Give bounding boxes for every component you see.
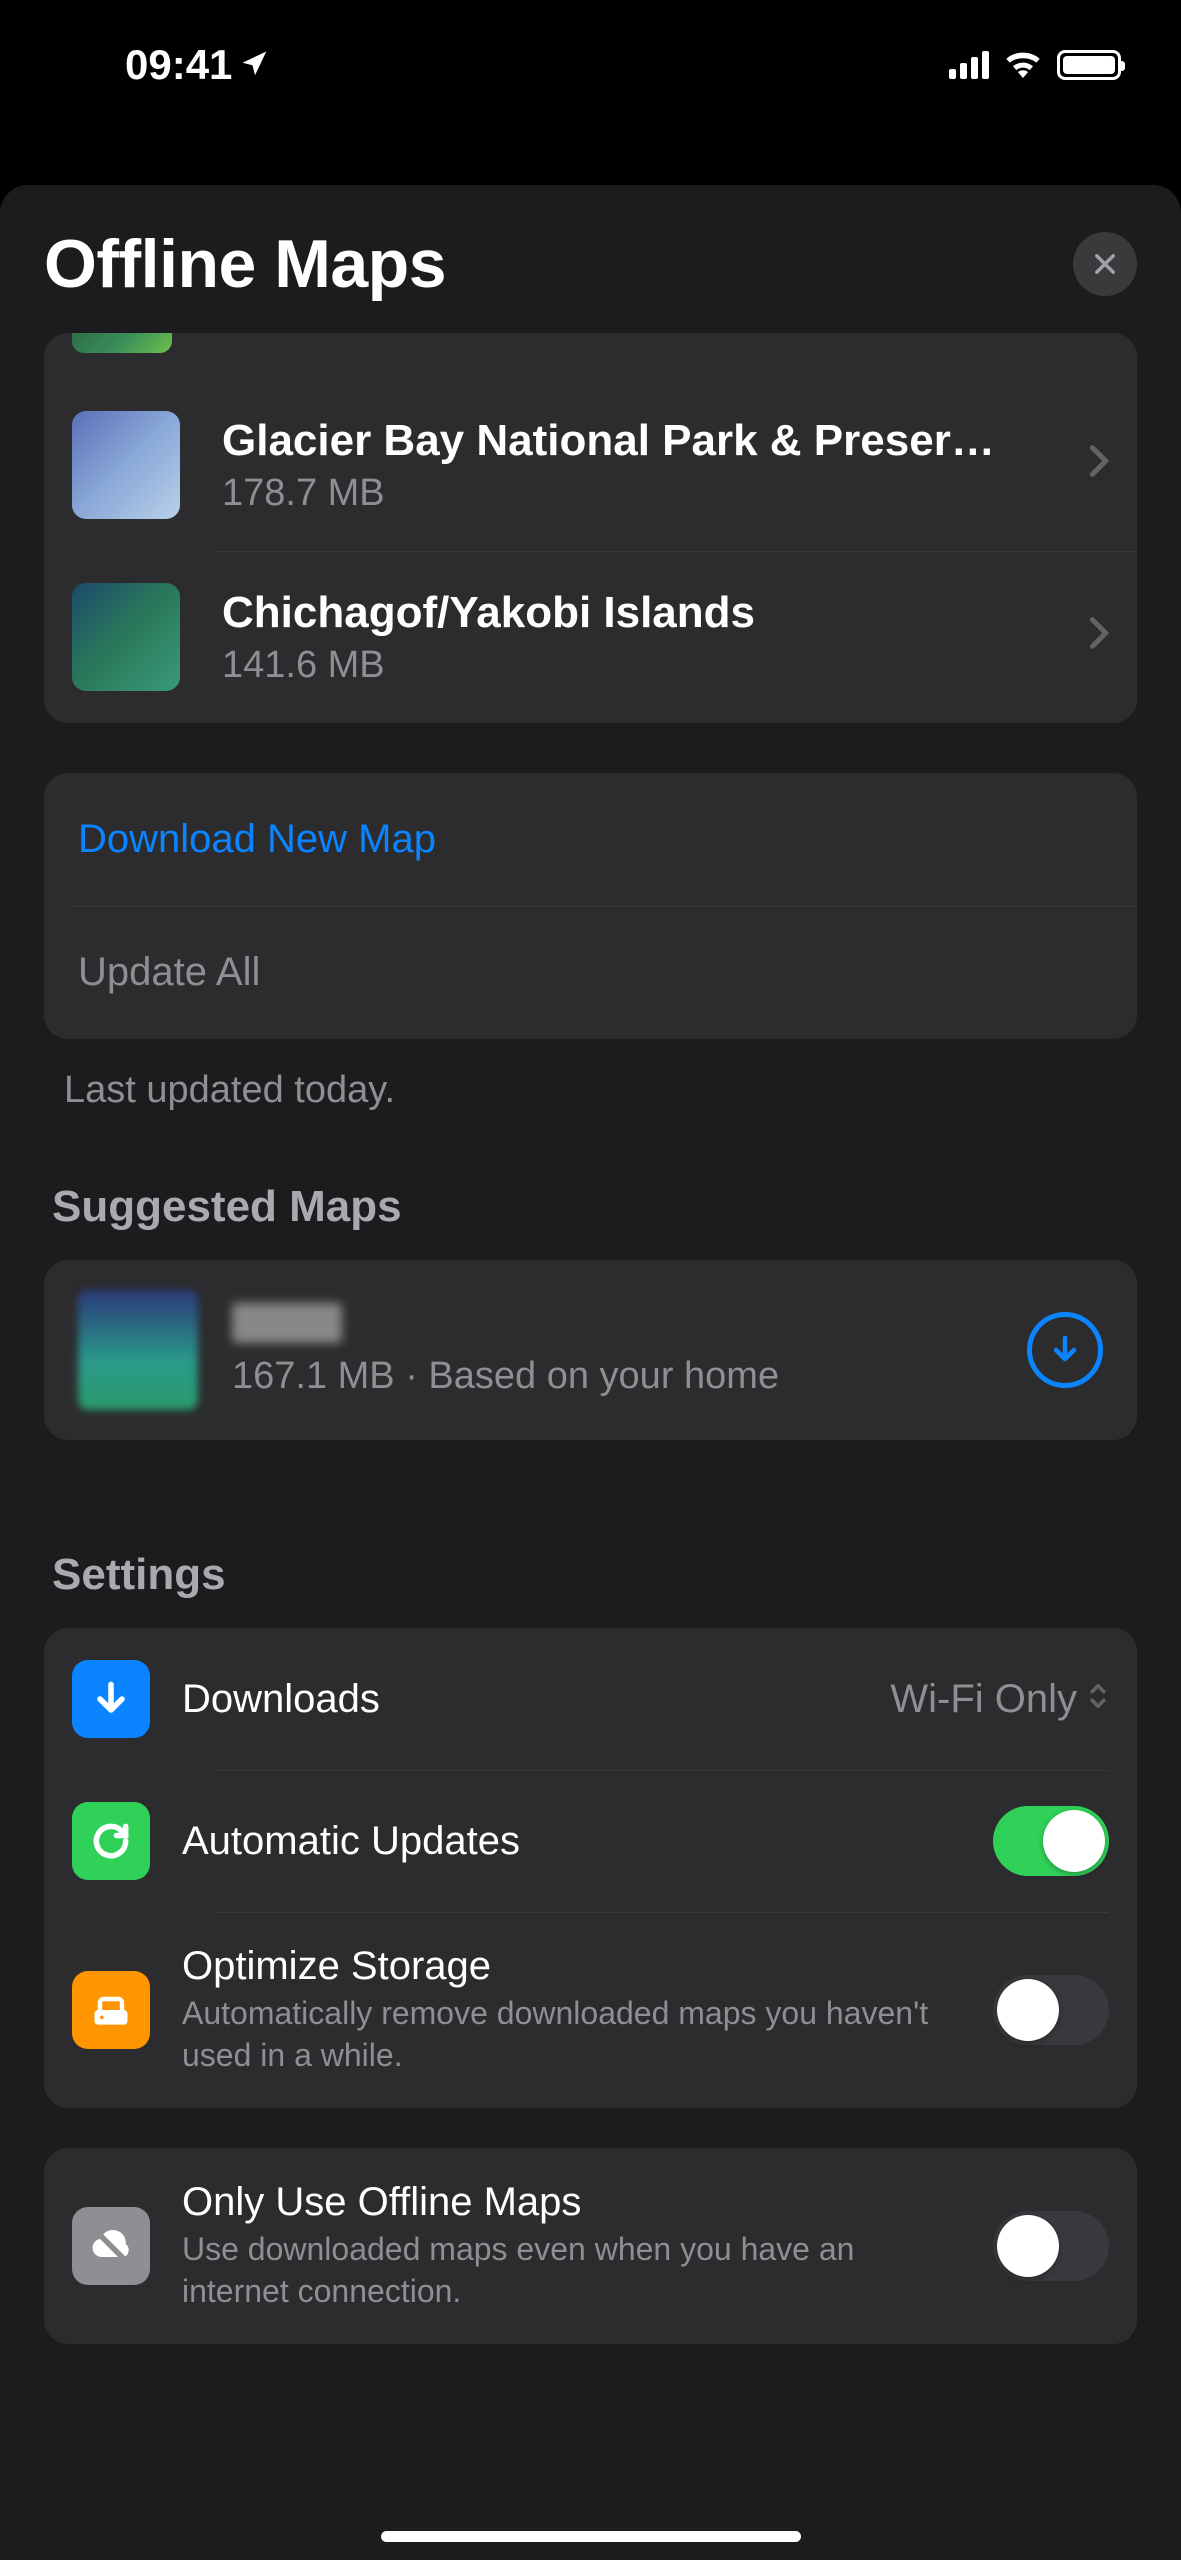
setting-description: Use downloaded maps even when you have a… bbox=[182, 2229, 961, 2312]
offline-maps-sheet: Offline Maps Glacier Bay National Park &… bbox=[0, 185, 1181, 2560]
suggested-map-row[interactable]: 167.1 MB · Based on your home bbox=[44, 1260, 1137, 1440]
setting-description: Automatically remove downloaded maps you… bbox=[182, 1993, 961, 2076]
map-name: Glacier Bay National Park & Preser… bbox=[222, 416, 1047, 466]
map-actions-card: Download New Map Update All bbox=[44, 773, 1137, 1039]
settings-header: Settings bbox=[44, 1550, 1137, 1600]
wifi-icon bbox=[1003, 48, 1043, 83]
action-label: Download New Map bbox=[78, 817, 436, 862]
setting-label: Downloads bbox=[182, 1677, 858, 1722]
only-offline-toggle[interactable] bbox=[993, 2211, 1109, 2281]
setting-value: Wi-Fi Only bbox=[890, 1677, 1109, 1722]
map-size: 141.6 MB bbox=[222, 644, 1047, 687]
close-button[interactable] bbox=[1073, 232, 1137, 296]
home-indicator[interactable] bbox=[381, 2531, 801, 2542]
chevron-right-icon bbox=[1089, 443, 1109, 488]
map-row-partial[interactable] bbox=[44, 333, 1137, 379]
map-size: 178.7 MB bbox=[222, 472, 1047, 515]
setting-optimize-storage[interactable]: Optimize Storage Automatically remove do… bbox=[44, 1912, 1137, 2108]
location-arrow-icon bbox=[240, 41, 270, 89]
setting-only-offline[interactable]: Only Use Offline Maps Use downloaded map… bbox=[44, 2148, 1137, 2344]
settings-card-2: Only Use Offline Maps Use downloaded map… bbox=[44, 2148, 1137, 2344]
time-text: 09:41 bbox=[125, 41, 232, 89]
map-row-glacier-bay[interactable]: Glacier Bay National Park & Preser… 178.… bbox=[44, 379, 1137, 551]
last-updated-text: Last updated today. bbox=[44, 1069, 1137, 1112]
map-thumbnail bbox=[72, 583, 180, 691]
cloud-off-icon bbox=[72, 2207, 150, 2285]
up-down-icon bbox=[1087, 1677, 1109, 1722]
cellular-signal-icon bbox=[949, 51, 989, 79]
map-name: Chichagof/Yakobi Islands bbox=[222, 588, 1047, 638]
map-row-chichagof[interactable]: Chichagof/Yakobi Islands 141.6 MB bbox=[44, 551, 1137, 723]
status-time: 09:41 bbox=[125, 41, 270, 89]
download-button[interactable] bbox=[1027, 1312, 1103, 1388]
map-thumbnail bbox=[72, 411, 180, 519]
status-bar: 09:41 bbox=[0, 0, 1181, 130]
downloaded-maps-list: Glacier Bay National Park & Preser… 178.… bbox=[44, 333, 1137, 723]
suggested-map-name-redacted bbox=[232, 1303, 342, 1343]
suggested-map-subtitle: 167.1 MB · Based on your home bbox=[232, 1355, 993, 1398]
download-new-map-button[interactable]: Download New Map bbox=[44, 773, 1137, 906]
setting-automatic-updates[interactable]: Automatic Updates bbox=[44, 1770, 1137, 1912]
chevron-right-icon bbox=[1089, 615, 1109, 660]
setting-label: Automatic Updates bbox=[182, 1819, 961, 1864]
update-all-button[interactable]: Update All bbox=[44, 906, 1137, 1039]
setting-downloads[interactable]: Downloads Wi-Fi Only bbox=[44, 1628, 1137, 1770]
battery-icon bbox=[1057, 50, 1121, 80]
page-title: Offline Maps bbox=[44, 225, 446, 303]
optimize-storage-toggle[interactable] bbox=[993, 1975, 1109, 2045]
settings-card-1: Downloads Wi-Fi Only Automatic Updates bbox=[44, 1628, 1137, 2108]
setting-label: Only Use Offline Maps bbox=[182, 2180, 961, 2225]
setting-label: Optimize Storage bbox=[182, 1944, 961, 1989]
map-thumbnail bbox=[72, 333, 172, 353]
storage-icon bbox=[72, 1971, 150, 2049]
action-label: Update All bbox=[78, 950, 260, 995]
map-thumbnail bbox=[78, 1290, 198, 1410]
download-arrow-icon bbox=[72, 1660, 150, 1738]
refresh-icon bbox=[72, 1802, 150, 1880]
suggested-header: Suggested Maps bbox=[44, 1182, 1137, 1232]
automatic-updates-toggle[interactable] bbox=[993, 1806, 1109, 1876]
